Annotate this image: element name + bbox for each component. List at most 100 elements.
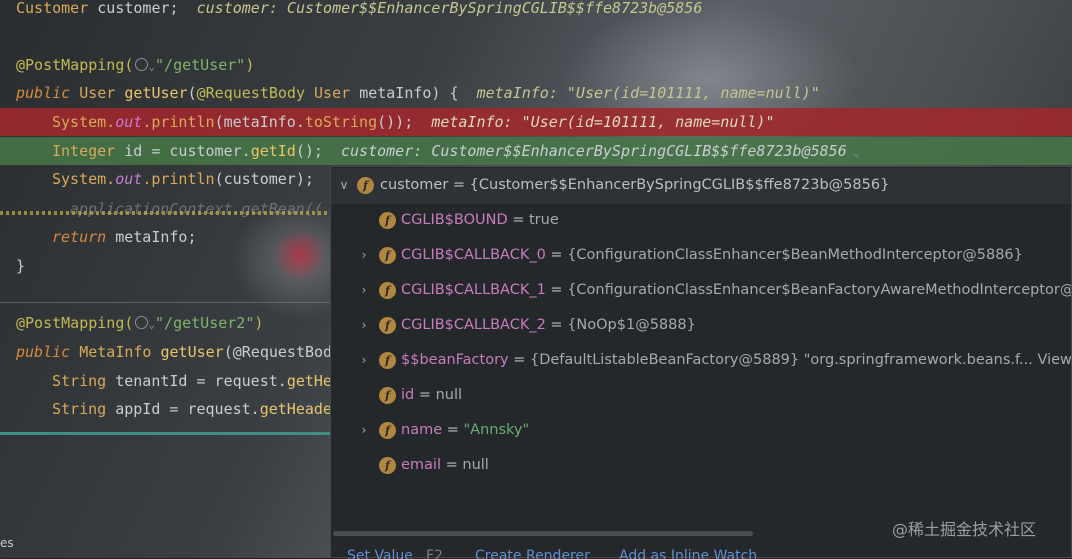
chevron-right-icon[interactable]: › [357, 273, 371, 308]
field-icon: f [379, 457, 396, 474]
field-icon: f [379, 352, 396, 369]
code-line[interactable]: String appId = request.getHeade [52, 395, 332, 423]
code-line[interactable]: @PostMapping(⌄"/getUser2") [16, 309, 263, 337]
annotation-close: ) [254, 314, 264, 332]
method-name: toString [304, 113, 378, 131]
variable-tree-row[interactable]: f CGLIB$BOUND = true [331, 203, 1071, 238]
equals-sign: = [507, 212, 529, 228]
annotation: @PostMapping( [16, 314, 134, 332]
type-name: User [79, 84, 116, 102]
code-token: Customer [16, 0, 89, 17]
create-renderer-link[interactable]: Create Renderer [475, 541, 590, 559]
add-inline-watch-link[interactable]: Add as Inline Watch [619, 541, 757, 559]
type-name: String [52, 372, 107, 390]
code-line[interactable]: String tenantId = request.getHe [52, 367, 332, 395]
current-execution-line[interactable]: Integer id = customer.getId(); customer:… [0, 137, 1072, 165]
code-token: (); [295, 142, 323, 160]
code-line[interactable]: System.out.println(customer); [52, 165, 314, 193]
chevron-right-icon[interactable]: › [357, 343, 371, 378]
method-name: .println [142, 113, 215, 131]
equals-sign: = [545, 317, 568, 333]
equals-sign: = [448, 177, 470, 193]
field-value: {ConfigurationClassEnhancer$BeanMethodIn… [567, 247, 1023, 263]
field-icon: f [379, 422, 396, 439]
debug-variable-popup[interactable]: ∨ f customer = {Customer$$EnhancerBySpri… [330, 166, 1072, 559]
equals-sign: = [414, 387, 436, 403]
keyword: return [52, 228, 107, 246]
keyword: public [16, 343, 71, 361]
variable-tree-row[interactable]: f id = null [331, 378, 1071, 413]
equals-sign: = [508, 352, 530, 368]
inline-debug-hint: customer: Customer$$EnhancerBySpringCGLI… [196, 0, 703, 17]
variable-tree-root[interactable]: ∨ f customer = {Customer$$EnhancerBySpri… [331, 168, 1071, 204]
field-name: name [401, 422, 443, 438]
field-name: CGLIB$CALLBACK_2 [401, 317, 546, 333]
method-name: getUser [124, 84, 188, 102]
inline-debug-hint: metaInfo: "User(id=101111, name=null)" [431, 113, 775, 131]
code-token: applicationContext.getBean(( [70, 200, 323, 218]
equals-sign: = [545, 247, 568, 263]
popup-action-bar: Set Value F2 Create Renderer Add as Inli… [331, 541, 1071, 559]
field-value: "Annsky" [463, 422, 530, 438]
chevron-right-icon[interactable]: › [357, 238, 371, 273]
field-icon: f [379, 247, 396, 264]
code-token: tenantId = request. [115, 372, 287, 390]
code-line[interactable]: public User getUser(@RequestBody User me… [16, 79, 820, 107]
code-line[interactable]: return metaInfo; [52, 223, 197, 251]
field-name: out [115, 170, 143, 188]
horizontal-scrollbar[interactable] [333, 531, 753, 536]
variable-tree-row[interactable]: › f CGLIB$CALLBACK_0 = {ConfigurationClass… [331, 238, 1071, 273]
code-line[interactable]: applicationContext.getBean(( [70, 195, 323, 223]
chevron-down-icon[interactable]: ⌄ [847, 146, 860, 159]
code-line[interactable]: } [16, 252, 25, 280]
field-value: null [435, 387, 463, 403]
variable-name: customer [380, 177, 449, 193]
annotation: @PostMapping( [16, 56, 134, 74]
field-name: CGLIB$CALLBACK_0 [401, 247, 546, 263]
field-icon: f [379, 387, 396, 404]
method-name: getHeade [259, 400, 332, 418]
field-name: email [401, 457, 441, 473]
field-icon: f [379, 282, 396, 299]
type-name: Integer [52, 142, 116, 160]
annotation-close: ) [245, 56, 255, 74]
globe-icon[interactable] [135, 316, 149, 329]
code-token: ()); [377, 113, 414, 131]
chevron-down-icon[interactable]: ∨ [337, 168, 351, 203]
paren: ( [187, 84, 197, 102]
chevron-right-icon[interactable]: › [357, 308, 371, 343]
variable-tree-row[interactable]: › f CGLIB$CALLBACK_2 = {NoOp$1@5888} [331, 308, 1071, 343]
method-separator [0, 302, 330, 303]
field-icon: f [357, 177, 374, 194]
field-value: null [462, 457, 489, 473]
variable-tree-row[interactable]: › f $$beanFactory = {DefaultListableBeanFa… [331, 343, 1071, 378]
type-name: String [52, 400, 107, 418]
field-name: out [115, 113, 143, 131]
view-link[interactable]: View [1038, 352, 1072, 368]
globe-icon[interactable] [135, 58, 149, 71]
chevron-right-icon[interactable]: › [357, 413, 371, 448]
field-icon: f [379, 212, 396, 229]
code-line[interactable]: @PostMapping(⌄"/getUser") [16, 51, 254, 79]
warning-underline [0, 211, 330, 215]
method-name: getId [250, 142, 296, 160]
field-icon: f [379, 317, 396, 334]
code-line[interactable]: public MetaInfo getUser(@RequestBod [16, 338, 332, 366]
code-token: customer; [97, 0, 179, 17]
breakpoint-line[interactable]: System.out.println(metaInfo.toString());… [0, 108, 1072, 136]
set-value-link[interactable]: Set Value [347, 541, 413, 559]
inline-debug-hint[interactable]: customer: Customer$$EnhancerBySpringCGLI… [341, 142, 847, 160]
equals-sign: = [441, 457, 463, 473]
shortcut-label: F2 [426, 548, 443, 559]
string-literal: "/getUser" [155, 56, 246, 74]
class-name: System. [52, 113, 116, 131]
code-line[interactable]: Customer customer; customer: Customer$$E… [16, 0, 702, 22]
field-value: true [529, 212, 559, 228]
variable-tree-row[interactable]: › f CGLIB$CALLBACK_1 = {ConfigurationClass… [331, 273, 1071, 308]
code-token: } [16, 257, 26, 275]
inline-debug-hint: metaInfo: "User(id=101111, name=null)" [476, 84, 820, 102]
variable-tree-row[interactable]: f email = null [331, 448, 1071, 483]
cut-off-text: es [0, 536, 14, 550]
code-token: (metaInfo. [214, 113, 305, 131]
variable-tree-row[interactable]: › f name = "Annsky" [331, 413, 1071, 448]
